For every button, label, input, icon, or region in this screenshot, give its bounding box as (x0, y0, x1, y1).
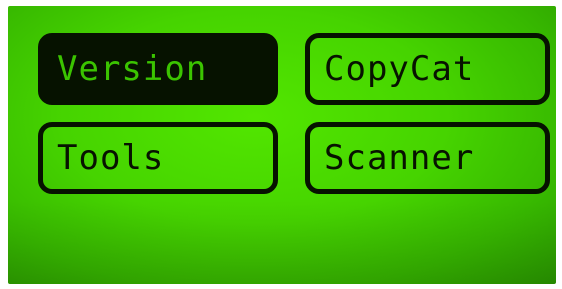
scanner-button-label: Scanner (324, 138, 475, 178)
scanner-button[interactable]: Scanner (305, 122, 550, 194)
lcd-screen: Version CopyCat Tools Scanner (8, 6, 556, 284)
version-button[interactable]: Version (38, 33, 278, 105)
tools-button-label: Tools (57, 138, 165, 178)
tools-button[interactable]: Tools (38, 122, 278, 194)
copycat-button[interactable]: CopyCat (305, 33, 550, 105)
device-frame: Version CopyCat Tools Scanner (0, 0, 562, 289)
version-button-label: Version (57, 49, 208, 89)
copycat-button-label: CopyCat (324, 49, 475, 89)
